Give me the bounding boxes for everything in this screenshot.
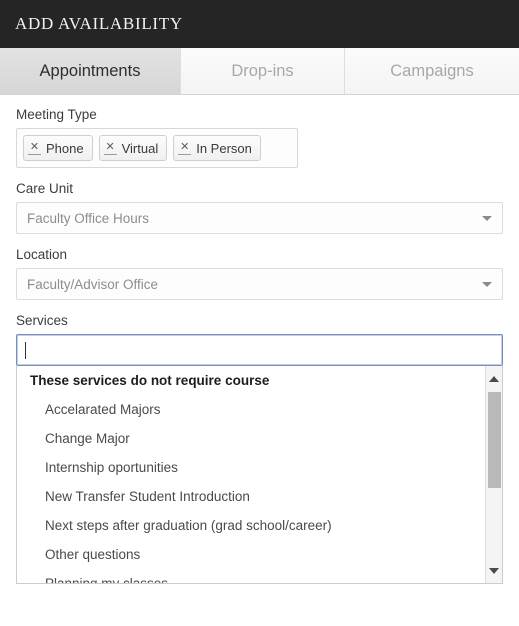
chip-virtual[interactable]: ✕ Virtual [98, 135, 168, 161]
care-unit-value: Faculty Office Hours [27, 210, 150, 226]
care-unit-field: Care Unit Faculty Office Hours [16, 181, 503, 234]
location-label: Location [16, 247, 68, 262]
tab-campaigns[interactable]: Campaigns [345, 48, 519, 94]
option-group-header: These services do not require course [30, 373, 270, 388]
list-item[interactable]: Other questions [17, 540, 502, 569]
chevron-down-icon [482, 282, 492, 287]
list-item[interactable]: New Transfer Student Introduction [17, 482, 502, 511]
chip-label: Phone [46, 140, 84, 156]
tab-appointments[interactable]: Appointments [0, 48, 181, 94]
chevron-down-icon [482, 216, 492, 221]
services-input[interactable] [16, 334, 503, 366]
modal-header: ADD AVAILABILITY [0, 0, 519, 48]
tab-bar: Appointments Drop-ins Campaigns [0, 48, 519, 95]
text-cursor [25, 341, 26, 359]
services-label: Services [16, 313, 68, 328]
list-item[interactable]: Internship oportunities [17, 453, 502, 482]
meeting-type-label: Meeting Type [16, 107, 97, 122]
dropdown-scrollbar[interactable] [485, 366, 502, 583]
page-title: ADD AVAILABILITY [15, 14, 183, 33]
scroll-down-arrow-icon[interactable] [486, 562, 502, 579]
list-item[interactable]: Accelarated Majors [17, 395, 502, 424]
list-item[interactable]: Next steps after graduation (grad school… [17, 511, 502, 540]
location-field: Location Faculty/Advisor Office [16, 247, 503, 300]
location-value: Faculty/Advisor Office [27, 276, 159, 292]
close-icon[interactable]: ✕ [28, 141, 41, 155]
tab-drop-ins[interactable]: Drop-ins [181, 48, 345, 94]
meeting-type-field: Meeting Type ✕ Phone ✕ Virtual ✕ In Pers… [16, 107, 503, 168]
list-item[interactable]: Planning my classes [17, 569, 502, 583]
chip-in-person[interactable]: ✕ In Person [173, 135, 261, 161]
availability-form: Meeting Type ✕ Phone ✕ Virtual ✕ In Pers… [0, 95, 519, 584]
services-field: Services These services do not require c… [16, 313, 503, 584]
scrollbar-thumb[interactable] [488, 392, 501, 488]
chip-label: In Person [196, 140, 252, 156]
care-unit-select[interactable]: Faculty Office Hours [16, 202, 503, 234]
meeting-type-token-box[interactable]: ✕ Phone ✕ Virtual ✕ In Person [16, 128, 298, 168]
list-item[interactable]: Change Major [17, 424, 502, 453]
services-dropdown: These services do not require course Acc… [16, 366, 503, 584]
care-unit-label: Care Unit [16, 181, 74, 196]
chip-phone[interactable]: ✕ Phone [23, 135, 93, 161]
close-icon[interactable]: ✕ [103, 141, 117, 155]
chip-label: Virtual [121, 140, 159, 156]
scroll-up-arrow-icon[interactable] [486, 370, 502, 387]
location-select[interactable]: Faculty/Advisor Office [16, 268, 503, 300]
close-icon[interactable]: ✕ [178, 141, 192, 155]
